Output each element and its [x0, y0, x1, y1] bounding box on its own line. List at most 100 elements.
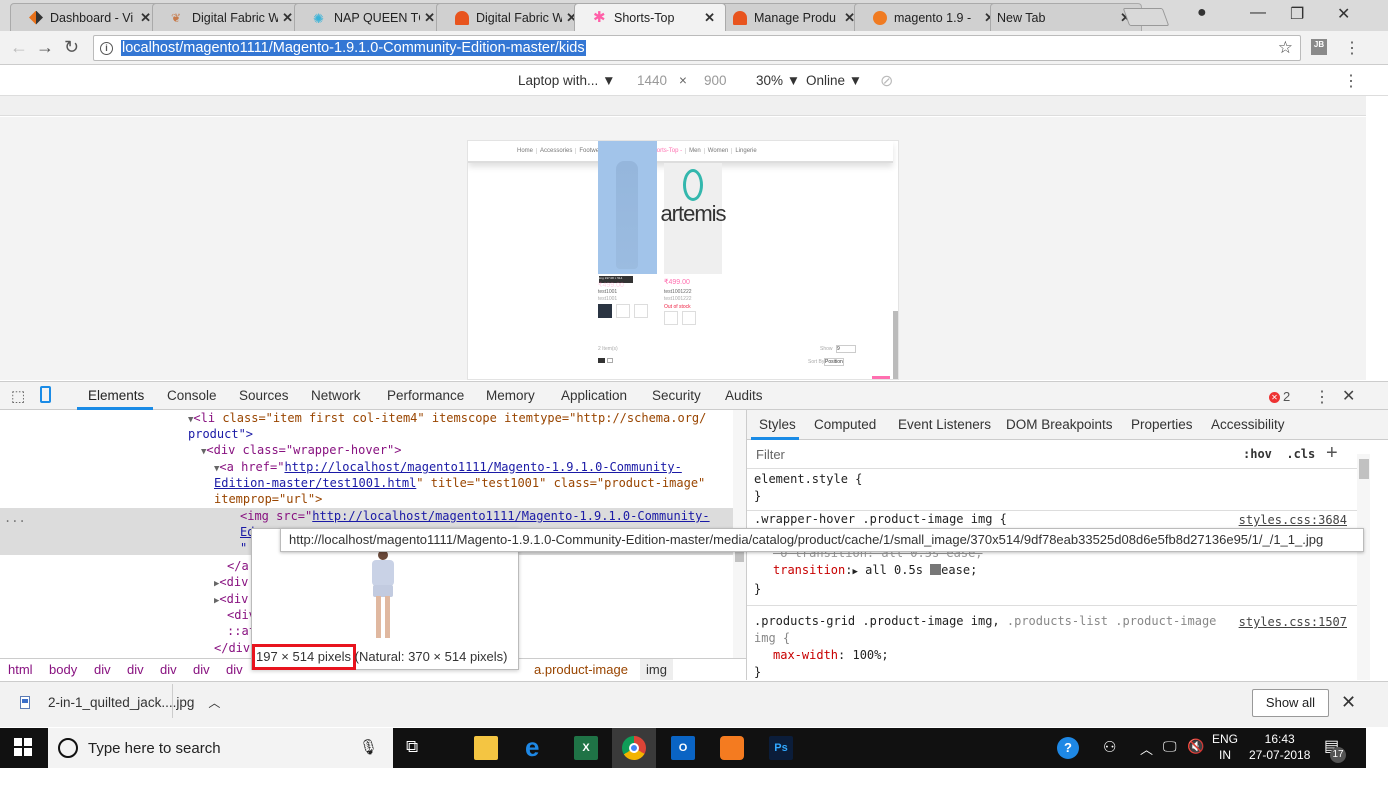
network-throttle-select[interactable]: Online ▼	[806, 73, 862, 88]
close-tab-icon[interactable]: ✕	[140, 10, 151, 26]
minimize-icon[interactable]: —	[1250, 4, 1266, 22]
tab-audits[interactable]: Audits	[725, 388, 763, 403]
chevron-up-icon[interactable]: ︿	[208, 694, 220, 711]
close-download-bar-icon[interactable]: ✕	[1341, 692, 1356, 713]
tab-manage-products[interactable]: Manage Produ ✕	[714, 3, 866, 31]
dom-line-div-close[interactable]: </div	[214, 640, 250, 656]
close-tab-icon[interactable]: ✕	[704, 10, 715, 26]
close-tab-icon[interactable]: ✕	[282, 10, 293, 26]
tab-new-tab[interactable]: New Tab ✕	[990, 3, 1142, 31]
tab-application[interactable]: Application	[561, 388, 627, 403]
dom-line-div-wrapper[interactable]: ▼<div class="wrapper-hover">	[201, 442, 402, 460]
taskbar-search-input[interactable]: Type here to search 🎙	[48, 728, 393, 768]
compare-button[interactable]	[634, 304, 648, 318]
rotate-icon[interactable]: ⊘	[880, 71, 893, 91]
volume-muted-icon[interactable]: 🔇	[1187, 738, 1204, 755]
tab-security[interactable]: Security	[652, 388, 701, 403]
grid-view-icon[interactable]	[598, 358, 605, 363]
microphone-icon[interactable]: 🎙	[359, 738, 378, 756]
help-icon[interactable]: ?	[1057, 737, 1079, 759]
tab-console[interactable]: Console	[167, 388, 217, 403]
windows-start-icon[interactable]	[14, 738, 32, 756]
tab-memory[interactable]: Memory	[486, 388, 535, 403]
outlook-icon[interactable]: O	[671, 736, 695, 760]
source-link[interactable]: styles.css:3684	[1239, 513, 1347, 527]
tab-dashboard[interactable]: Dashboard - Vi ✕	[10, 3, 162, 31]
address-bar[interactable]: i localhost/magento1111/Magento-1.9.1.0-…	[93, 35, 1301, 61]
styles-filter-input[interactable]: Filter	[756, 447, 785, 462]
wishlist-button[interactable]	[664, 311, 678, 325]
chrome-menu-icon[interactable]: ⋮	[1344, 38, 1360, 58]
info-icon[interactable]: i	[100, 41, 113, 55]
dom-line-a-close[interactable]: </a	[227, 558, 249, 574]
zoom-select[interactable]: 30% ▼	[756, 73, 800, 88]
chrome-icon[interactable]	[622, 736, 646, 760]
styles-scrollbar[interactable]	[1357, 454, 1370, 680]
product-name-2[interactable]: test1001222	[664, 289, 692, 295]
dom-line-img[interactable]: <img src="http://localhost/magento1111/M…	[240, 508, 710, 524]
error-counter[interactable]: ✕ 2	[1269, 389, 1290, 404]
crumb-a-product-image[interactable]: a.product-image	[534, 662, 628, 677]
language-indicator[interactable]: ENG IN	[1212, 731, 1238, 763]
file-explorer-icon[interactable]	[474, 736, 498, 760]
device-select[interactable]: Laptop with... ▼	[518, 73, 615, 88]
crumb-div[interactable]: div	[193, 662, 210, 677]
tab-properties[interactable]: Properties	[1131, 417, 1193, 432]
url-text[interactable]: localhost/magento1111/Magento-1.9.1.0-Co…	[121, 40, 586, 56]
edge-icon[interactable]: e	[525, 734, 549, 760]
back-icon[interactable]: ←	[10, 37, 28, 58]
tab-accessibility[interactable]: Accessibility	[1211, 417, 1285, 432]
class-toggle[interactable]: .cls	[1286, 447, 1315, 461]
dom-line-div-1[interactable]: ▶<div	[214, 574, 248, 592]
source-link[interactable]: styles.css:1507	[1239, 615, 1347, 629]
styles-scrollbar-thumb[interactable]	[1359, 459, 1369, 479]
photoshop-icon[interactable]: Ps	[769, 736, 793, 760]
clock[interactable]: 16:43 27-07-2018	[1249, 731, 1310, 763]
download-item[interactable]: 2-in-1_quilted_jack....jpg ︿	[20, 694, 220, 711]
tab-computed[interactable]: Computed	[814, 417, 876, 432]
add-to-cart-button[interactable]	[598, 304, 612, 318]
list-view-icon[interactable]	[607, 358, 613, 363]
tab-elements[interactable]: Elements	[88, 388, 144, 403]
new-tab-button[interactable]	[1122, 8, 1170, 26]
inspect-element-icon[interactable]: ⬚	[11, 387, 25, 405]
tab-nap-queen[interactable]: ✺ NAP QUEEN TC ✕	[294, 3, 446, 31]
nav-women[interactable]: Women	[705, 148, 733, 154]
nav-men[interactable]: Men	[686, 148, 705, 154]
product-image-highlighted[interactable]	[598, 141, 657, 274]
jetbrains-extension-icon[interactable]: JB	[1311, 39, 1327, 55]
profile-icon[interactable]: ●	[1197, 4, 1207, 22]
close-window-icon[interactable]: ✕	[1337, 4, 1350, 24]
crumb-div[interactable]: div	[94, 662, 111, 677]
node-ellipsis[interactable]: ...	[4, 510, 26, 526]
tab-styles[interactable]: Styles	[759, 417, 796, 432]
people-icon[interactable]: ⚇	[1103, 738, 1116, 756]
rule-products-grid[interactable]: .products-grid .product-image img, .prod…	[754, 613, 1216, 681]
show-all-downloads-button[interactable]: Show all	[1252, 689, 1329, 717]
network-icon[interactable]: 🖵	[1163, 738, 1177, 755]
tab-shorts-top[interactable]: ✱ Shorts-Top ✕	[574, 3, 726, 31]
forward-icon[interactable]: →	[36, 37, 54, 58]
tab-performance[interactable]: Performance	[387, 388, 464, 403]
back-to-top-button[interactable]	[872, 376, 890, 379]
show-select[interactable]: 9	[836, 345, 856, 353]
dom-line-li[interactable]: ▼<li class="item first col-item4" itemsc…	[188, 410, 706, 428]
device-toggle-icon[interactable]	[40, 386, 51, 403]
tab-digital-fabric-1[interactable]: ❦ Digital Fabric W ✕	[152, 3, 304, 31]
excel-icon[interactable]: X	[574, 736, 598, 760]
wishlist-button[interactable]	[616, 304, 630, 318]
crumb-div[interactable]: div	[226, 662, 243, 677]
product-name-1[interactable]: test1001	[598, 289, 617, 295]
rule-element-style[interactable]: element.style {}	[754, 471, 862, 505]
tab-event-listeners[interactable]: Event Listeners	[898, 417, 991, 432]
crumb-div[interactable]: div	[127, 662, 144, 677]
tab-dom-breakpoints[interactable]: DOM Breakpoints	[1006, 417, 1113, 432]
close-tab-icon[interactable]: ✕	[424, 10, 435, 26]
hover-state-toggle[interactable]: :hov .cls	[1243, 447, 1315, 461]
task-view-icon[interactable]: ⧉	[406, 737, 418, 757]
nav-lingerie[interactable]: Lingerie	[732, 148, 759, 154]
sort-select[interactable]: Position	[824, 358, 844, 366]
close-devtools-icon[interactable]: ✕	[1342, 386, 1355, 406]
new-rule-icon[interactable]: +	[1326, 442, 1338, 465]
nav-home[interactable]: Home	[514, 148, 538, 154]
